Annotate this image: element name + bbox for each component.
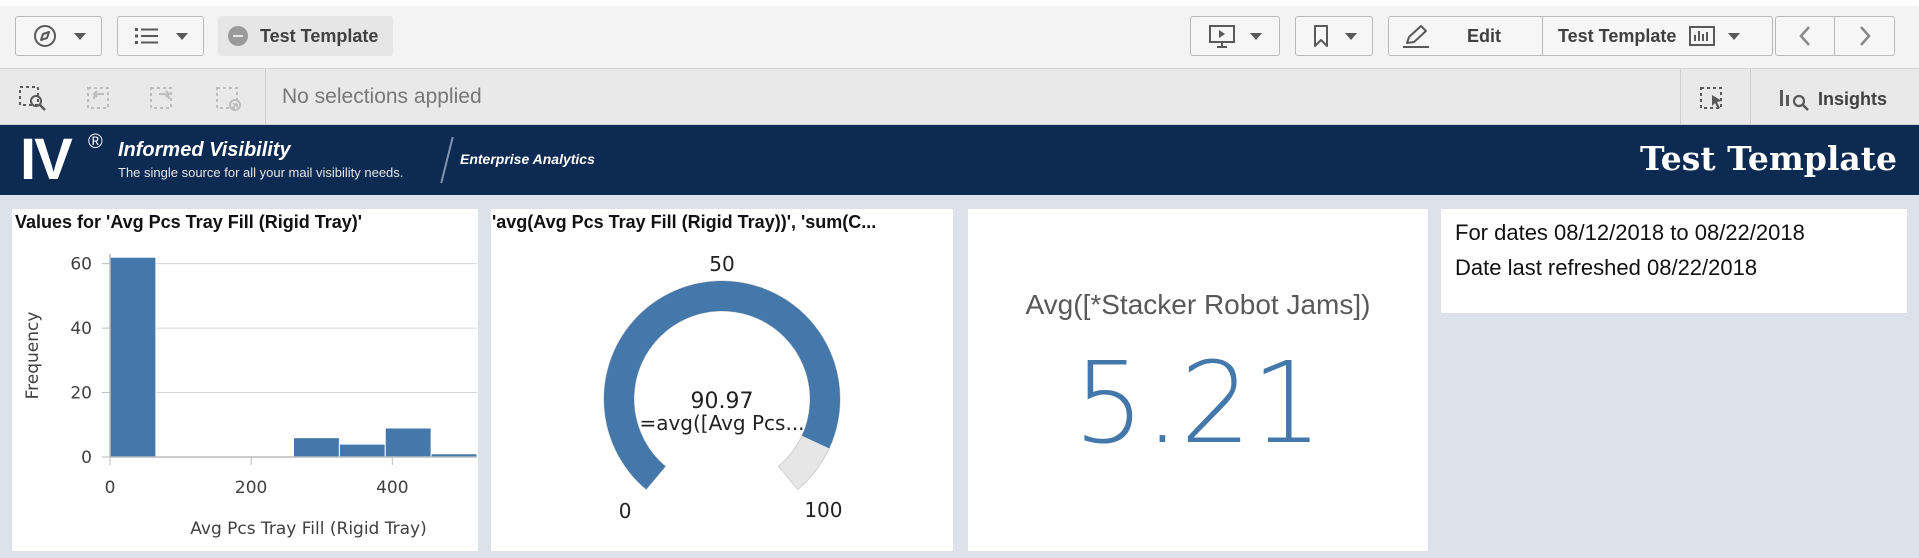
app-name: Test Template xyxy=(1558,25,1677,46)
gauge-expression: =avg([Avg Pcs... xyxy=(639,411,804,435)
selection-tool-icon[interactable] xyxy=(1698,85,1728,111)
brand-tagline: The single source for all your mail visi… xyxy=(118,165,404,180)
brand-name: Informed Visibility xyxy=(118,139,291,161)
divider xyxy=(440,137,454,183)
sheet-list-button[interactable] xyxy=(117,16,204,56)
gauge-card[interactable]: 'avg(Avg Pcs Tray Fill (Rigid Tray))', '… xyxy=(491,209,953,551)
y-tick-label: 40 xyxy=(70,319,92,339)
clear-all-selections-icon[interactable] xyxy=(214,85,244,111)
y-tick-label: 20 xyxy=(70,384,92,404)
registered-mark: ® xyxy=(88,131,103,153)
divider xyxy=(265,69,266,124)
histogram-bar[interactable] xyxy=(293,437,340,458)
current-sheet-tab[interactable]: Test Template xyxy=(218,16,393,56)
divider xyxy=(1680,69,1681,124)
chevron-down-icon xyxy=(175,32,188,40)
insights-icon xyxy=(1780,90,1809,111)
app-chart-icon xyxy=(1689,26,1716,46)
section-name: Enterprise Analytics xyxy=(460,151,595,167)
date-range-text: For dates 08/12/2018 to 08/22/2018 xyxy=(1455,220,1805,245)
kpi-card[interactable]: Avg([*Stacker Robot Jams]) 5.21 xyxy=(968,209,1428,551)
bookmark-icon xyxy=(1314,25,1328,47)
y-tick-label: 60 xyxy=(70,255,92,275)
chevron-right-icon xyxy=(1859,26,1871,46)
histogram-bar[interactable] xyxy=(338,443,386,458)
next-sheet-button[interactable] xyxy=(1835,16,1895,56)
selections-bar: No selections applied Insights xyxy=(0,69,1919,125)
x-tick-label: 200 xyxy=(235,478,267,498)
chevron-down-icon xyxy=(73,32,86,40)
compass-icon xyxy=(33,25,56,47)
previous-sheet-button[interactable] xyxy=(1775,16,1835,56)
header-banner: IV ® Informed Visibility The single sour… xyxy=(0,125,1919,195)
histogram-bar[interactable] xyxy=(109,256,157,458)
app-menu-button[interactable]: Test Template xyxy=(1543,16,1773,56)
selection-status: No selections applied xyxy=(282,85,482,108)
divider xyxy=(1750,69,1751,124)
kpi-title: Avg([*Stacker Robot Jams]) xyxy=(1025,289,1371,320)
x-tick-label: 400 xyxy=(376,478,408,498)
x-axis-label: Avg Pcs Tray Fill (Rigid Tray) xyxy=(190,519,426,539)
iv-logo: IV xyxy=(20,127,73,192)
smart-search-icon[interactable] xyxy=(18,85,48,111)
navigation-menu-button[interactable] xyxy=(15,16,102,56)
gauge-mid-label: 50 xyxy=(709,252,734,276)
chevron-down-icon xyxy=(1728,32,1741,40)
page-title: Test Template xyxy=(1640,139,1897,178)
y-axis-label: Frequency xyxy=(23,312,43,400)
edit-button[interactable]: Edit xyxy=(1388,16,1543,56)
sheet-icon xyxy=(228,26,248,46)
last-refreshed-text: Date last refreshed 08/22/2018 xyxy=(1455,255,1758,280)
x-tick-label: 0 xyxy=(105,478,116,498)
gauge-chart: 90.97 =avg([Avg Pcs... 0 50 100 xyxy=(603,252,843,523)
date-info-card[interactable]: For dates 08/12/2018 to 08/22/2018 Date … xyxy=(1441,209,1907,313)
list-icon xyxy=(134,28,158,44)
pencil-icon xyxy=(1403,25,1429,48)
step-forward-icon[interactable] xyxy=(148,85,178,111)
histogram-card[interactable]: Values for 'Avg Pcs Tray Fill (Rigid Tra… xyxy=(12,209,478,551)
chevron-down-icon xyxy=(1345,32,1357,40)
story-present-button[interactable] xyxy=(1190,16,1280,56)
gauge-min-label: 0 xyxy=(619,499,632,523)
insights-label: Insights xyxy=(1818,88,1888,109)
kpi-value: 5.21 xyxy=(1073,339,1323,469)
histogram-chart: 0 20 40 60 0 200 400 Frequency Avg Pcs Tray F… xyxy=(23,254,478,539)
insights-button[interactable]: Insights xyxy=(1778,87,1887,111)
gauge-max-label: 100 xyxy=(804,498,842,522)
chevron-down-icon xyxy=(1250,32,1262,40)
presentation-icon xyxy=(1209,25,1235,48)
y-tick-label: 0 xyxy=(81,448,92,468)
step-back-icon[interactable] xyxy=(85,85,115,111)
toolbar: Test Template Edit Test Template xyxy=(0,0,1919,69)
histogram-bar[interactable] xyxy=(384,427,432,458)
sheet-name: Test Template xyxy=(260,25,379,46)
chevron-left-icon xyxy=(1799,26,1810,46)
bookmarks-button[interactable] xyxy=(1295,16,1373,56)
edit-label: Edit xyxy=(1467,25,1501,46)
